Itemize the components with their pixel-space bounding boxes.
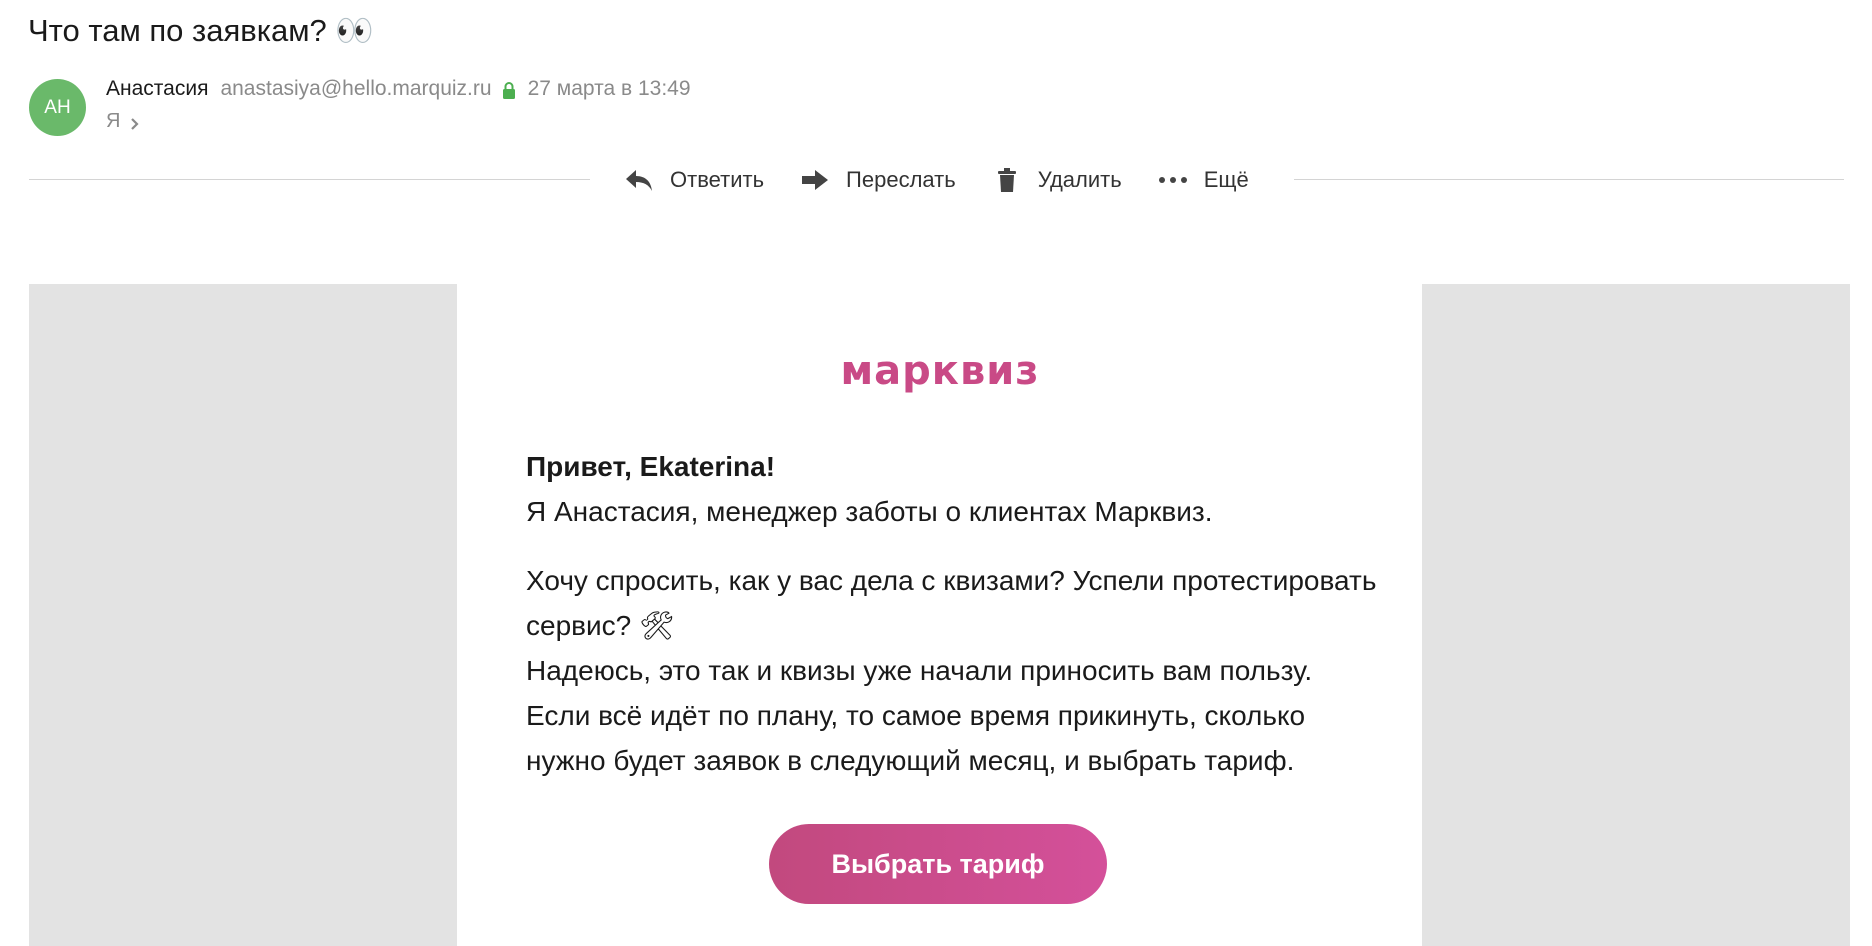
delete-button[interactable]: Удалить [992, 167, 1122, 193]
body-paragraph-2: Надеюсь, это так и квизы уже начали прин… [526, 655, 1313, 686]
recipient-name[interactable]: Я [106, 110, 120, 133]
email-text: Привет, Ekaterina! Я Анастасия, менеджер… [526, 444, 1386, 783]
more-button[interactable]: Ещё [1158, 167, 1249, 193]
sender-avatar[interactable]: АН [29, 79, 86, 136]
toolbar-divider-right [1294, 179, 1844, 180]
reply-label: Ответить [670, 167, 765, 192]
delete-label: Удалить [1037, 167, 1122, 192]
intro-text: Я Анастасия, менеджер заботы о клиентах … [526, 496, 1213, 527]
email-body: марквиз Привет, Ekaterina! Я Анастасия, … [458, 284, 1422, 946]
forward-button[interactable]: Переслать [800, 167, 956, 193]
reply-icon [624, 167, 654, 193]
lock-icon [502, 81, 516, 99]
forward-label: Переслать [846, 167, 956, 192]
email-background-right [1422, 284, 1850, 946]
sent-date: 27 марта в 13:49 [527, 77, 691, 100]
body-paragraph-1: Хочу спросить, как у вас дела с квизами?… [526, 565, 1377, 641]
reply-button[interactable]: Ответить [624, 167, 764, 193]
greeting: Привет, Ekaterina! [526, 451, 776, 482]
sender-name[interactable]: Анастасия [106, 77, 208, 101]
more-dots-icon [1158, 167, 1188, 193]
email-subject: Что там по заявкам? 👀 [28, 13, 374, 48]
email-background-left [29, 284, 457, 946]
message-toolbar: Ответить Переслать Удалить Ещё [624, 162, 1249, 198]
marquiz-logo[interactable]: марквиз [458, 348, 1422, 394]
more-label: Ещё [1203, 167, 1249, 192]
forward-icon [800, 167, 830, 193]
sender-line: Анастасия anastasiya@hello.marquiz.ru 27… [106, 75, 691, 103]
toolbar-divider-left [29, 179, 590, 180]
body-paragraph-3: Если всё идёт по плану, то самое время п… [526, 700, 1306, 776]
sender-email[interactable]: anastasiya@hello.marquiz.ru [220, 77, 491, 101]
chevron-right-icon[interactable] [130, 114, 140, 130]
trash-icon [992, 167, 1022, 193]
choose-plan-button[interactable]: Выбрать тариф [769, 824, 1107, 904]
recipient-line[interactable]: Я [106, 108, 140, 134]
